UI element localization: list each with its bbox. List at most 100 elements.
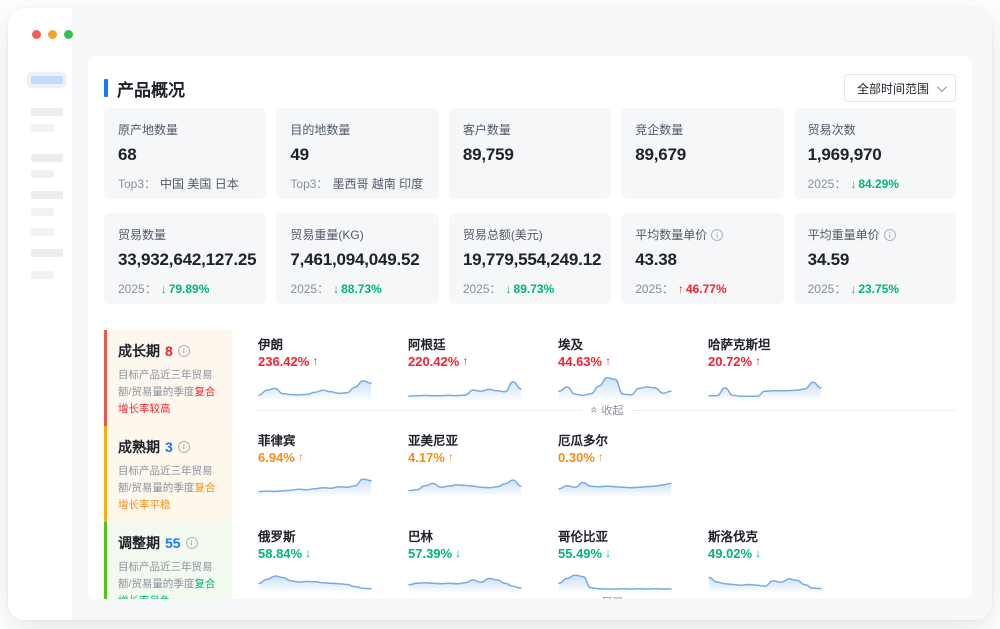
sparkline-svg [258, 467, 372, 497]
stat-value: 89,679 [635, 145, 769, 165]
stat-label: 贸易总额(美元) [463, 226, 597, 243]
stat-card: 原产地数量68Top3：中国 美国 日本 [104, 108, 266, 199]
info-icon[interactable]: i [884, 229, 896, 241]
sparkline-chart [708, 371, 822, 401]
trend-arrow-icon: ↓ [305, 545, 311, 562]
trend-arrow-icon: ↓ [850, 177, 856, 191]
country-row: 菲律宾6.94%↑ 亚美尼亚4.17%↑ 厄瓜多尔0.30%↑ [258, 426, 956, 497]
country-pct: 44.63% [558, 353, 602, 370]
sparkline-svg [258, 371, 372, 401]
sparkline-svg [558, 371, 672, 401]
country-row: 俄罗斯58.84%↓ 巴林57.39%↓ 哥伦比亚55.49%↓ 斯洛伐克49.02%… [258, 522, 956, 593]
collapse-toggle[interactable]: «收起 [582, 402, 633, 418]
time-range-select[interactable]: 全部时间范围 [844, 74, 956, 102]
sidebar-item-skeleton[interactable] [31, 76, 63, 84]
sidebar-item-skeleton[interactable] [31, 191, 63, 199]
country-trend: 49.02%↓ [708, 545, 822, 562]
sidebar-item-skeleton[interactable] [31, 249, 63, 257]
sparkline-svg [558, 563, 672, 593]
country-item: 菲律宾6.94%↑ [258, 433, 372, 497]
trend-value: ↓79.89% [161, 282, 210, 296]
trend-pct: 89.73% [514, 282, 555, 296]
trend-arrow-icon: ↑ [605, 353, 611, 370]
stat-label: 贸易数量 [118, 226, 252, 243]
stat-footer: 2025： ↓88.73% [290, 281, 424, 296]
trend-year-label: 2025： [808, 280, 847, 297]
trend-arrow-icon: ↑ [598, 449, 604, 466]
sidebar-item-skeleton[interactable] [31, 124, 54, 132]
close-window-button[interactable] [32, 30, 41, 39]
chevron-down-icon [937, 82, 947, 92]
country-name: 哥伦比亚 [558, 529, 672, 545]
country-trend: 58.84%↓ [258, 545, 372, 562]
stat-card: 目的地数量49Top3：墨西哥 越南 印度 [276, 108, 438, 199]
country-item: 厄瓜多尔0.30%↑ [558, 433, 672, 497]
stage-name: 成长期 [118, 341, 160, 361]
stage-row-growth: 成长期8i目标产品近三年贸易额/贸易量的季度复合增长率较高伊朗236.42%↑阿… [104, 330, 956, 426]
sidebar-item-skeleton[interactable] [31, 271, 54, 279]
fullscreen-window-button[interactable] [64, 30, 73, 39]
stat-label: 竞企数量 [635, 121, 769, 138]
trend-year-label: 2025： [118, 280, 157, 297]
stage-description: 目标产品近三年贸易额/贸易量的季度复合增长率平稳 [118, 463, 224, 514]
trend-value: ↓84.29% [850, 177, 899, 191]
sidebar-item-skeleton[interactable] [31, 108, 63, 116]
country-item: 哥伦比亚55.49%↓ [558, 529, 672, 593]
sidebar-nav-skeleton [31, 76, 72, 279]
country-pct: 20.72% [708, 353, 752, 370]
app-window: 产品概况 全部时间范围 原产地数量68Top3：中国 美国 日本目的地数量49T… [8, 8, 992, 620]
stat-footer: 2025： ↓79.89% [118, 281, 252, 296]
country-name: 斯洛伐克 [708, 529, 822, 545]
stat-value: 33,932,642,127.25 [118, 250, 252, 270]
minimize-window-button[interactable] [48, 30, 57, 39]
sparkline-svg [258, 563, 372, 593]
stat-label: 客户数量 [463, 121, 597, 138]
country-item: 俄罗斯58.84%↓ [258, 529, 372, 593]
info-icon[interactable]: i [186, 537, 198, 549]
country-trend: 55.49%↓ [558, 545, 672, 562]
stat-label: 贸易次数 [808, 121, 942, 138]
stage-content: 伊朗236.42%↑阿根廷220.42%↑埃及44.63%↑哈萨克斯坦20.72… [232, 330, 956, 426]
info-icon[interactable]: i [178, 345, 190, 357]
trend-year-label: 2025： [290, 280, 329, 297]
stat-footer [635, 176, 769, 191]
sidebar-item-skeleton[interactable] [31, 208, 54, 216]
stat-footer: 2025：↓89.73% [463, 281, 597, 296]
stat-card: 平均数量单价i43.382025：↑46.77% [621, 213, 783, 304]
trend-pct: 46.77% [686, 282, 727, 296]
stat-card: 贸易数量 33,932,642,127.25 2025： ↓79.89% [104, 213, 266, 304]
stat-label-text: 平均数量单价 [635, 226, 707, 243]
stat-card: 客户数量89,759 [449, 108, 611, 199]
stat-label-text: 客户数量 [463, 121, 511, 138]
stat-label-text: 原产地数量 [118, 121, 178, 138]
country-item: 巴林57.39%↓ [408, 529, 522, 593]
divider-line [632, 410, 956, 411]
trend-arrow-icon: ↓ [333, 282, 339, 296]
trend-value: ↓88.73% [333, 282, 382, 296]
stat-footer [463, 176, 597, 191]
sidebar-item-skeleton[interactable] [31, 170, 54, 178]
stat-value: 19,779,554,249.12 [463, 250, 597, 270]
stat-label-text: 平均重量单价 [808, 226, 880, 243]
info-icon[interactable]: i [711, 229, 723, 241]
trend-arrow-icon: ↓ [850, 282, 856, 296]
expand-toggle[interactable]: «展开 [582, 594, 633, 599]
trend-arrow-icon: ↑ [755, 353, 761, 370]
sidebar-item-skeleton[interactable] [31, 154, 63, 162]
stat-card: 贸易重量(KG)7,461,094,049.522025：↓88.73% [276, 213, 438, 304]
country-name: 菲律宾 [258, 433, 372, 449]
stats-row-2: 贸易数量33,932,642,127.252025：↓79.89%贸易重量(KG… [104, 213, 956, 304]
info-icon[interactable]: i [178, 441, 190, 453]
country-name: 厄瓜多尔 [558, 433, 672, 449]
country-name: 阿根廷 [408, 337, 522, 353]
stage-content: 俄罗斯58.84%↓ 巴林57.39%↓ 哥伦比亚55.49%↓ 斯洛伐克49.02%… [232, 522, 956, 599]
country-name: 亚美尼亚 [408, 433, 522, 449]
sparkline-svg [708, 371, 822, 401]
main-panel: 产品概况 全部时间范围 原产地数量68Top3：中国 美国 日本目的地数量49T… [72, 8, 992, 620]
country-trend: 4.17%↑ [408, 449, 522, 466]
stat-footer: 2025：↓84.29% [808, 176, 942, 191]
stat-label-text: 目的地数量 [290, 121, 350, 138]
country-pct: 49.02% [708, 545, 752, 562]
sidebar-item-skeleton[interactable] [31, 228, 54, 236]
stat-card: 平均重量单价i34.592025：↓23.75% [794, 213, 956, 304]
